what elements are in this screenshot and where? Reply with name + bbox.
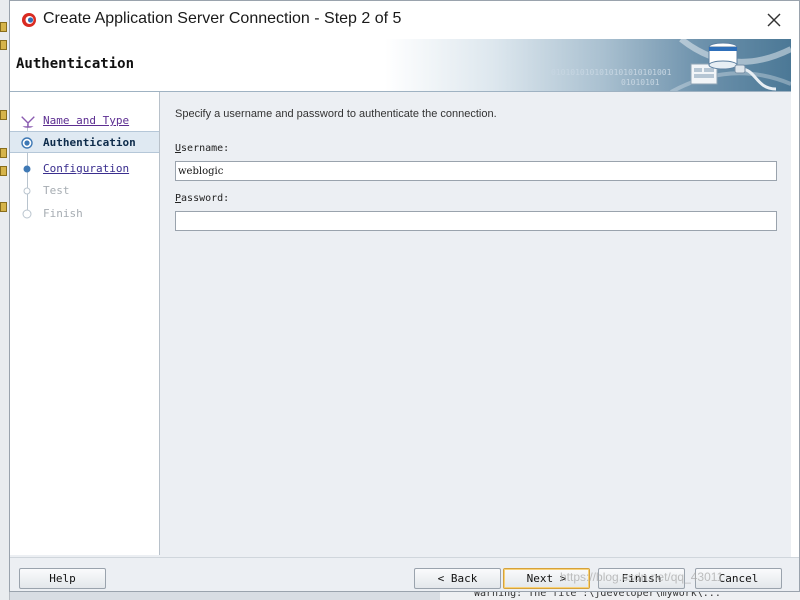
button-bar: Help < Back Next > Finish Cancel — [10, 557, 799, 591]
password-label-text: assword: — [181, 193, 230, 204]
help-button[interactable]: Help — [19, 568, 106, 589]
finish-step-icon — [22, 209, 32, 219]
folder-icon — [0, 202, 7, 212]
back-button[interactable]: < Back — [414, 568, 501, 589]
folder-icon — [0, 40, 7, 50]
disabled-step-icon — [23, 187, 31, 195]
page-title: Authentication — [16, 56, 135, 72]
step-label: Finish — [43, 207, 83, 220]
step-label: Test — [43, 184, 70, 197]
finish-button[interactable]: Finish — [598, 568, 685, 589]
dialog-content: Name and Type Authentication Configurati… — [10, 92, 791, 557]
username-label-text: sername: — [181, 143, 230, 154]
authentication-form: Specify a username and password to authe… — [161, 92, 791, 555]
banner-binary-text: 0101010101010101010101001 — [551, 68, 672, 77]
password-label: Password: — [175, 193, 229, 204]
step-label: Authentication — [43, 136, 136, 149]
close-icon[interactable] — [763, 9, 785, 31]
step-label: Name and Type — [43, 114, 130, 127]
folder-icon — [0, 110, 7, 120]
server-connection-icon: 0101010101010101010101001 01010101 — [551, 39, 791, 91]
current-step-icon — [21, 137, 33, 149]
password-field[interactable] — [175, 211, 777, 231]
step-configuration[interactable]: Configuration — [10, 158, 159, 180]
create-connection-dialog: Create Application Server Connection - S… — [9, 0, 800, 592]
next-button[interactable]: Next > — [503, 568, 590, 589]
username-label: Username: — [175, 143, 229, 154]
dialog-title: Create Application Server Connection - S… — [43, 10, 402, 27]
jdeveloper-icon — [22, 13, 36, 27]
visited-step-icon — [20, 115, 36, 128]
header-banner: Authentication 0101010101010101010101001… — [10, 39, 791, 92]
banner-binary-text: 01010101 — [621, 78, 660, 87]
instruction-text: Specify a username and password to authe… — [175, 108, 497, 120]
folder-icon — [0, 166, 7, 176]
step-test: Test — [10, 180, 159, 202]
cancel-button[interactable]: Cancel — [695, 568, 782, 589]
username-field[interactable] — [175, 161, 777, 181]
step-authentication: Authentication — [10, 131, 159, 153]
title-bar: Create Application Server Connection - S… — [10, 1, 799, 39]
step-name-and-type[interactable]: Name and Type — [10, 110, 159, 132]
pending-step-icon — [23, 165, 31, 173]
step-label: Configuration — [43, 162, 130, 175]
wizard-steps-panel: Name and Type Authentication Configurati… — [10, 92, 160, 555]
folder-icon — [0, 22, 7, 32]
folder-icon — [0, 148, 7, 158]
step-finish: Finish — [10, 203, 159, 225]
